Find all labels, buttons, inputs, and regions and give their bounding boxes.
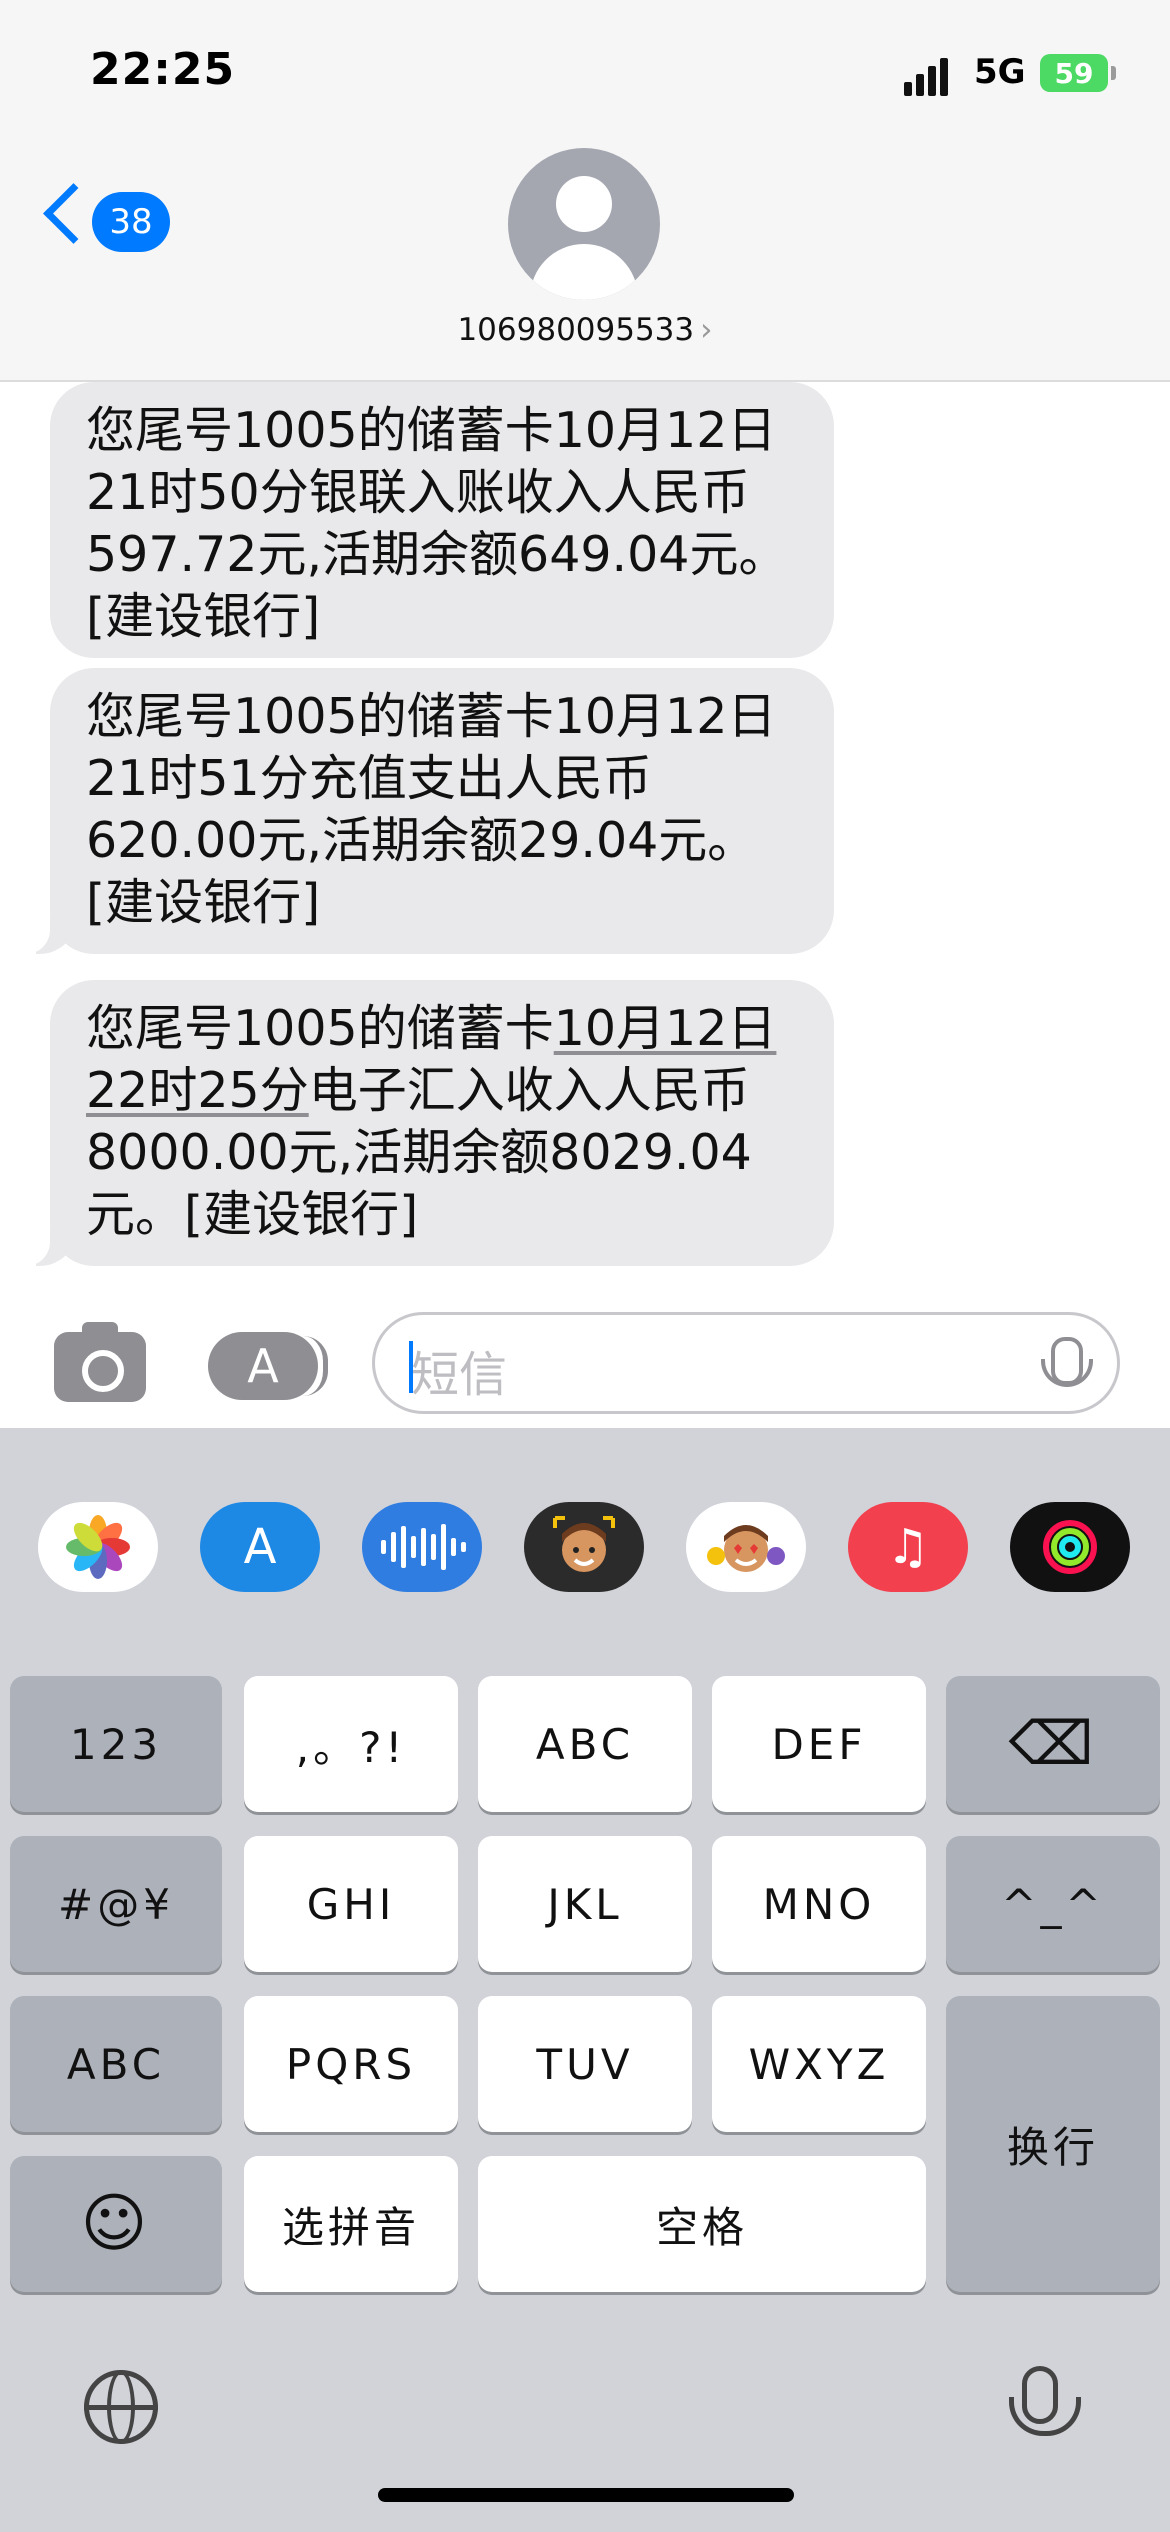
key-emoticon[interactable]: ^_^ (946, 1836, 1160, 1972)
message-bubble[interactable]: 您尾号1005的储蓄卡10月12日21时51分充值支出人民币620.00元,活期… (22, 668, 834, 954)
sticker-faces (707, 1525, 785, 1572)
audio-icon[interactable] (362, 1502, 482, 1592)
memoji-face (553, 1516, 615, 1572)
message-text: 您尾号1005的储蓄卡 (86, 1000, 554, 1057)
contact-avatar[interactable] (508, 148, 660, 300)
message-text: 您尾号1005的储蓄卡10月12日21时51分充值支出人民币620.00元,活期… (86, 688, 777, 931)
message-text: 8000.00元,活期余额8029.04元。[建设银行] (86, 1124, 752, 1243)
emoji-key-icon[interactable]: ☺ (10, 2156, 222, 2292)
contact-number: 106980095533 (457, 312, 695, 348)
contact-name[interactable]: 106980095533 › (0, 312, 1170, 348)
camera-icon[interactable] (54, 1322, 146, 1402)
key-pqrs[interactable]: PQRS (244, 1996, 458, 2132)
keyboard-mic-icon[interactable] (1009, 2366, 1081, 2436)
memoji-icon[interactable] (524, 1502, 644, 1592)
key-tuv[interactable]: TUV (478, 1996, 692, 2132)
key-123[interactable]: 123 (10, 1676, 222, 1812)
bubble-tail (22, 914, 76, 954)
app-store-button[interactable]: A (208, 1332, 328, 1400)
key-mno[interactable]: MNO (712, 1836, 926, 1972)
photos-flower (66, 1515, 130, 1579)
photos-icon[interactable] (38, 1502, 158, 1592)
app-store-icon[interactable]: A (200, 1502, 320, 1592)
person-icon-head (556, 176, 612, 232)
key-jkl[interactable]: JKL (478, 1836, 692, 1972)
key-abc-switch[interactable]: ABC (10, 1996, 222, 2132)
key-symbols[interactable]: #@¥ (10, 1836, 222, 1972)
back-button-badge[interactable]: 38 (92, 192, 170, 252)
activity-icon[interactable] (1010, 1502, 1130, 1592)
key-wxyz[interactable]: WXYZ (712, 1996, 926, 2132)
key-def[interactable]: DEF (712, 1676, 926, 1812)
delete-key-icon[interactable]: ⌫ (946, 1676, 1160, 1812)
message-placeholder: 短信 (411, 1347, 508, 1403)
conversation-header: 22:25 5G 59 38 106980095533 › (0, 0, 1170, 382)
home-indicator[interactable] (378, 2488, 794, 2502)
message-text: 您尾号1005的储蓄卡10月12日21时50分银联入账收入人民币597.72元,… (86, 402, 788, 645)
signal-icon (904, 58, 952, 96)
waveform-icon (381, 1524, 466, 1570)
key-ghi[interactable]: GHI (244, 1836, 458, 1972)
battery-icon: 59 (1040, 54, 1116, 92)
message-bubble[interactable]: 您尾号1005的储蓄卡10月12日 22时25分电子汇入收入人民币8000.00… (22, 980, 834, 1266)
message-bubble[interactable]: 您尾号1005的储蓄卡10月12日21时50分银联入账收入人民币597.72元,… (50, 382, 834, 658)
person-icon-body (530, 244, 638, 300)
battery-level: 59 (1054, 56, 1094, 90)
return-key[interactable]: 换行 (946, 1996, 1160, 2292)
key-abc[interactable]: ABC (478, 1676, 692, 1812)
memoji-stickers-icon[interactable] (686, 1502, 806, 1592)
message-input[interactable]: 短信 (372, 1312, 1120, 1414)
app-store-icon: A (247, 1339, 279, 1393)
key-pinyin-select[interactable]: 选拼音 (244, 2156, 458, 2292)
dictation-mic-icon[interactable] (1041, 1337, 1093, 1387)
key-punctuation[interactable]: ,。?! (244, 1676, 458, 1812)
status-time: 22:25 (90, 44, 236, 95)
camera-lens (82, 1350, 124, 1392)
bubble-tail (22, 1226, 76, 1266)
globe-icon[interactable] (84, 2370, 158, 2444)
camera-bump (82, 1322, 118, 1336)
music-icon[interactable]: ♫ (848, 1502, 968, 1592)
time-link[interactable]: 22时25分 (86, 1062, 309, 1119)
message-text: 电子汇入收入人民币 (308, 1062, 750, 1119)
date-link[interactable]: 10月12日 (554, 1000, 777, 1057)
activity-rings (1043, 1520, 1097, 1574)
network-label: 5G (974, 52, 1026, 92)
space-key[interactable]: 空格 (478, 2156, 926, 2292)
keyboard-area (0, 1428, 1170, 2532)
chevron-right-icon: › (700, 312, 713, 348)
